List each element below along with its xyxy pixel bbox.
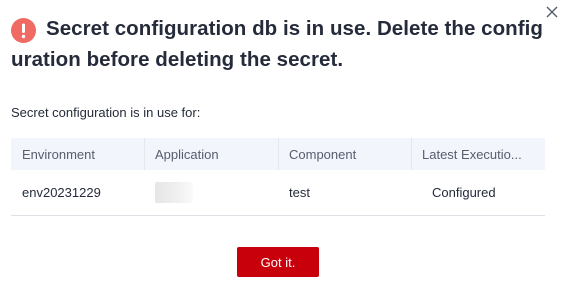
column-header-application: Application bbox=[144, 138, 278, 170]
usage-table: Environment Application Component Latest… bbox=[11, 138, 545, 216]
table-header-row: Environment Application Component Latest… bbox=[11, 138, 545, 170]
exclamation-circle-icon bbox=[11, 18, 36, 43]
dialog-title: Secret configuration db is in use. Delet… bbox=[11, 17, 543, 71]
component-cell: test bbox=[289, 184, 310, 200]
delete-secret-dialog: Secret configuration db is in use. Delet… bbox=[0, 0, 566, 291]
dialog-header: Secret configuration db is in use. Delet… bbox=[11, 13, 551, 75]
environment-cell: env20231229 bbox=[22, 184, 101, 200]
got-it-button[interactable]: Got it. bbox=[237, 247, 319, 277]
column-header-component: Component bbox=[278, 138, 411, 170]
column-header-latest-execution: Latest Executio... bbox=[411, 138, 545, 170]
table-row: env20231229 test Configured bbox=[11, 170, 545, 215]
column-header-environment: Environment bbox=[22, 146, 95, 162]
status-cell: Configured bbox=[432, 184, 496, 200]
application-cell bbox=[144, 170, 278, 215]
redacted-application-name bbox=[155, 181, 193, 203]
in-use-label: Secret configuration is in use for: bbox=[11, 105, 201, 120]
